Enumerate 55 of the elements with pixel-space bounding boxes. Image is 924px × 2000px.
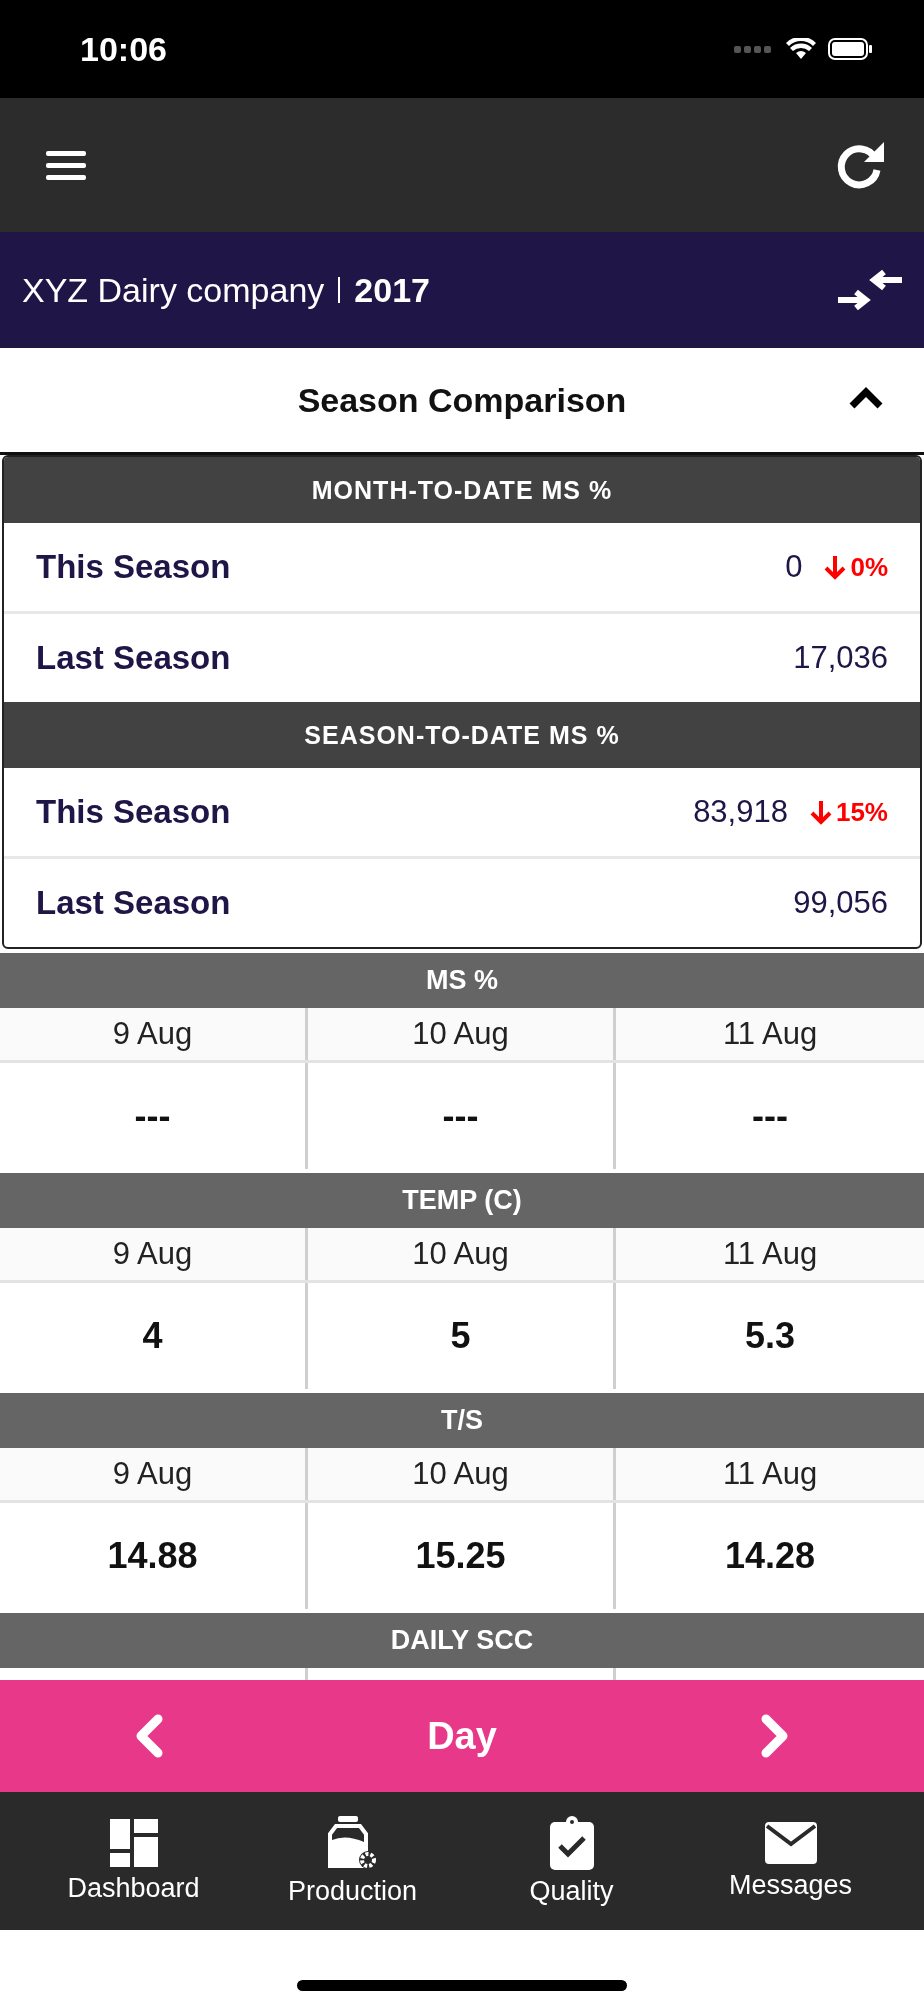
- envelope-icon: [764, 1821, 817, 1864]
- previous-button[interactable]: [134, 1714, 164, 1758]
- date-label: 9 Aug: [112, 1456, 193, 1492]
- menu-button[interactable]: [46, 149, 86, 181]
- row-label: This Season: [36, 793, 231, 831]
- date-label: 10 Aug: [412, 1016, 509, 1052]
- tab[interactable]: Dashboard: [24, 1792, 243, 1930]
- trend-value: 0%: [850, 551, 888, 583]
- metric-value: 4: [142, 1315, 163, 1357]
- metric-value: 5: [450, 1315, 471, 1357]
- section-header: SEASON-TO-DATE MS %: [4, 702, 920, 768]
- date-label: 10 Aug: [412, 1236, 509, 1272]
- row-value: 99,056: [793, 885, 888, 921]
- swap-button[interactable]: [838, 268, 902, 312]
- clipboard-check-icon: [547, 1815, 596, 1870]
- season-year: 2017: [354, 270, 430, 310]
- section-header: MONTH-TO-DATE MS %: [4, 457, 920, 523]
- date-label: 9 Aug: [112, 1236, 193, 1272]
- tab[interactable]: Messages: [681, 1792, 900, 1930]
- date-label: 11 Aug: [722, 1236, 818, 1272]
- row-label: This Season: [36, 548, 231, 586]
- metric-value: 5.3: [744, 1315, 795, 1357]
- separator: [338, 277, 341, 303]
- metric-value: ---: [442, 1095, 479, 1137]
- wifi-icon: [786, 38, 816, 60]
- tab[interactable]: Quality: [462, 1792, 681, 1930]
- section-header: MS %: [0, 953, 924, 1008]
- battery-icon: [828, 38, 872, 60]
- tab[interactable]: Production: [243, 1792, 462, 1930]
- panel-title: Season Comparison: [297, 380, 627, 420]
- metric-value: 14.88: [107, 1535, 198, 1577]
- metric-value: ---: [134, 1095, 171, 1137]
- status-time: 10:06: [80, 29, 167, 69]
- section-header: T/S: [0, 1393, 924, 1448]
- row-value: 17,036: [793, 640, 888, 676]
- date-label: 11 Aug: [722, 1456, 818, 1492]
- trend-value: 15%: [835, 796, 888, 828]
- metric-value: ---: [752, 1095, 788, 1137]
- row-label: Last Season: [36, 639, 231, 677]
- row-label: Last Season: [36, 884, 231, 922]
- collapse-button[interactable]: [848, 386, 884, 410]
- signal-icon: [734, 44, 774, 54]
- date-label: 9 Aug: [112, 1016, 193, 1052]
- company-name: XYZ Dairy company: [22, 270, 325, 310]
- next-button[interactable]: [760, 1714, 790, 1758]
- grid-icon: [109, 1818, 158, 1867]
- date-label: 10 Aug: [412, 1456, 509, 1492]
- section-header: TEMP (C): [0, 1173, 924, 1228]
- metric-value: 14.28: [724, 1535, 816, 1577]
- date-label: 11 Aug: [722, 1016, 818, 1052]
- period-label: Day: [427, 1714, 497, 1758]
- metric-value: 15.25: [415, 1535, 506, 1577]
- section-header: DAILY SCC: [0, 1613, 924, 1668]
- row-value: 83,918: [693, 794, 788, 830]
- row-value: 0: [785, 549, 803, 585]
